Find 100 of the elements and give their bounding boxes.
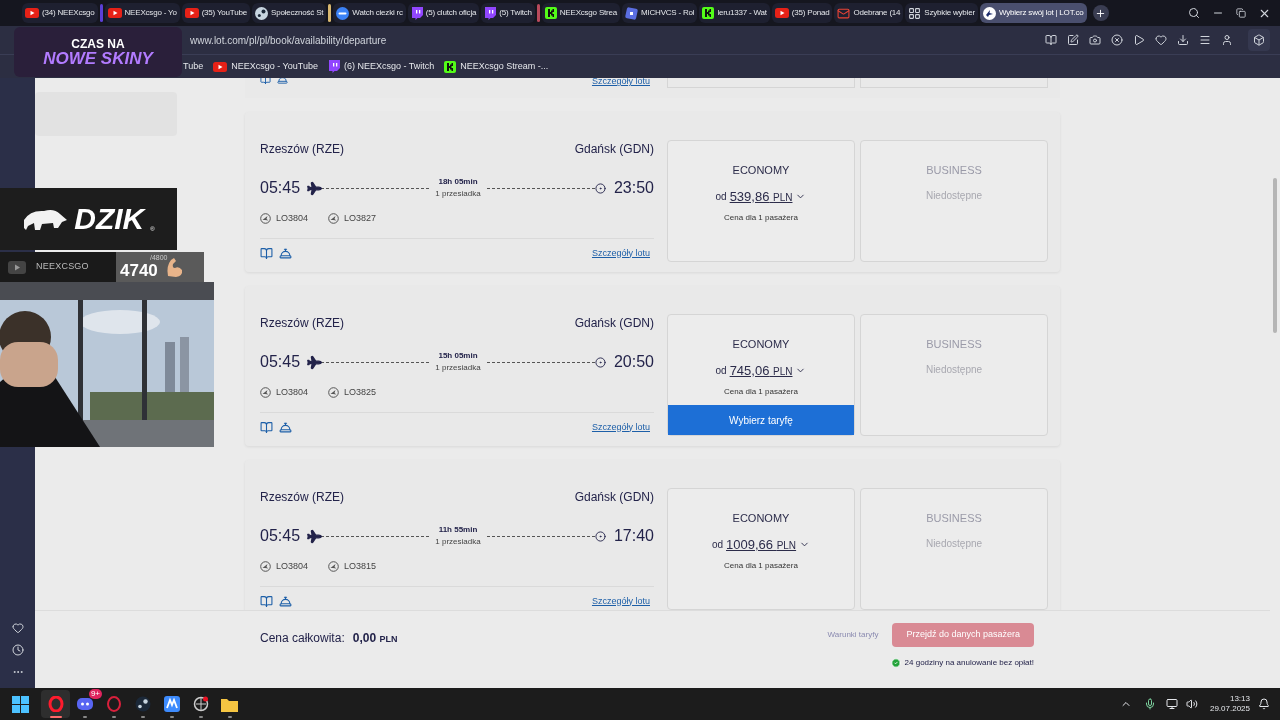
play-logo-icon [213,61,228,72]
user-icon[interactable] [1221,34,1233,46]
speaker-icon[interactable] [1185,698,1198,710]
camera-icon[interactable] [1089,34,1101,46]
departure-time: 05:45 [260,178,301,198]
service-bell-icon [279,594,292,608]
destination-airport: Gdańsk (GDN) [574,489,654,506]
globe-icon[interactable] [192,696,209,712]
book-icon [260,246,273,260]
total-label: Cena całkowita: [260,630,345,647]
arrival-time: 23:50 [613,178,654,198]
address-field[interactable]: www.lot.com/pl/pl/book/availability/departure [190,32,387,48]
heart-icon[interactable] [1155,34,1167,46]
square-logo-icon [702,7,715,19]
sponsor-logo-text: DZIK [74,204,145,234]
circle-x-icon[interactable] [1111,34,1123,46]
heart-icon[interactable] [11,622,24,634]
fare-class-label: ECONOMY [732,163,790,178]
departure-time: 05:45 [260,526,301,546]
browser-tab[interactable]: NEEXcsgo Strea [541,3,620,23]
play-logo-icon [774,8,789,18]
microphone-icon[interactable] [1143,698,1156,710]
flight-details-link[interactable]: Szczegóły lotu [591,420,650,434]
monitor-icon[interactable] [1165,698,1178,710]
browser-tab[interactable]: Watch ciezki rc [333,3,406,23]
browser-tab[interactable]: NEEXcsgo - Yo [104,3,180,23]
flight-number: LO3827 [344,212,377,225]
destination-icon [594,530,606,542]
price-prefix: od [715,189,727,204]
browser-tab[interactable]: MICHVCS - Rol [622,3,698,23]
ring-logo-icon[interactable] [105,696,122,712]
clock[interactable]: 13:13 29.07.2025 [1209,694,1250,714]
destination-airport: Gdańsk (GDN) [574,141,654,158]
bookmark-item[interactable]: Tube [183,59,204,74]
windows-start-icon[interactable] [12,695,29,713]
restore-icon[interactable] [1236,8,1246,18]
play-icon[interactable] [1133,34,1145,46]
browser-tab[interactable]: Wybierz swój lot | LOT.co [979,3,1087,23]
flight-details-link[interactable]: Szczegóły lotu [591,594,650,608]
square-logo-icon [544,7,557,19]
play-logo-icon [107,8,122,18]
book-icon[interactable] [1045,34,1057,46]
price-link[interactable]: 1009,66 PLN [726,534,797,554]
price-link[interactable]: 539,86 PLN [729,186,793,206]
notification-bell-icon[interactable] [1258,698,1270,710]
flight-details-link[interactable]: Szczegóły lotu [591,78,650,89]
bird-logo-icon [982,6,996,20]
browser-tab[interactable]: (5) clutch oficja [407,3,480,23]
download-icon[interactable] [1177,34,1189,46]
fare-status: Niedostępne [925,536,983,551]
fare-box[interactable]: ECONOMY od 1009,66 PLN Cena dla 1 pasażera [667,488,855,610]
fare-box[interactable]: ECONOMY od 539,86 PLN Cena dla 1 pasażera [667,140,855,262]
disc-logo-icon[interactable] [134,696,151,712]
fare-class-label: BUSINESS [926,511,982,526]
folder-icon[interactable] [221,696,238,712]
controller-logo-icon[interactable] [75,696,94,712]
check-icon [890,658,901,668]
browser-tab[interactable]: (35) Ponad [771,3,833,23]
flight-number: LO3804 [276,212,309,225]
browser-tab[interactable]: Szybkie wybier [905,3,978,23]
flight-number: LO3804 [276,386,309,399]
price-prefix: od [715,363,727,378]
bookmark-item[interactable]: (6) NEEXcsgo - Twitch [327,59,435,74]
duration: 15h 05min [438,350,478,362]
browser-tab[interactable]: Społeczność St [252,3,327,23]
search-icon[interactable] [1188,7,1200,19]
edit-icon[interactable] [1067,34,1079,46]
flight-number: LO3804 [276,560,309,573]
fare-class-label: ECONOMY [732,337,790,352]
airline-logo-icon [328,213,340,225]
bookmark-item[interactable]: NEEXcsgo Stream -... [444,59,549,74]
app-logo-icon[interactable] [163,696,180,712]
browser-tab[interactable]: Odebrane (14 [834,3,904,23]
promo-text: CZAS NA [71,37,125,50]
browser-tab[interactable]: (35) YouTube [181,3,250,23]
flight-details-link[interactable]: Szczegóły lotu [591,246,650,260]
browser-tab[interactable]: (5) Twitch [481,3,535,23]
ring-logo-icon[interactable] [47,696,64,712]
choose-fare-button[interactable]: Wybierz taryfę [668,405,854,435]
flight-number: LO3825 [344,386,377,399]
book-icon [260,420,273,434]
square-logo-icon [444,60,457,73]
bookmark-item[interactable]: NEEXcsgo - YouTube [213,59,318,74]
scrollbar-thumb[interactable] [1273,178,1277,333]
fare-box[interactable]: ECONOMY od 745,06 PLN Cena dla 1 pasażera Wybierz taryfę [667,314,855,436]
fare-status: Niedostępne [925,362,983,377]
destination-icon [594,182,606,194]
browser-tab[interactable]: (34) NEEXcsgo [22,3,98,23]
play-logo-icon [25,8,39,18]
destination-icon [594,356,606,368]
taskbar-app[interactable]: 9+ [70,690,99,718]
cube-icon[interactable] [1253,34,1265,46]
stops: 1 przesiadka [435,536,481,548]
new-tab-button[interactable] [1092,5,1109,21]
flight-number: LO3815 [344,560,377,573]
price-link[interactable]: 745,06 PLN [729,360,793,380]
history-icon[interactable] [11,644,24,656]
menu-icon[interactable] [1199,34,1211,46]
arrival-time: 20:50 [613,352,654,372]
browser-tab[interactable]: leru1337 - Wat [699,3,770,23]
